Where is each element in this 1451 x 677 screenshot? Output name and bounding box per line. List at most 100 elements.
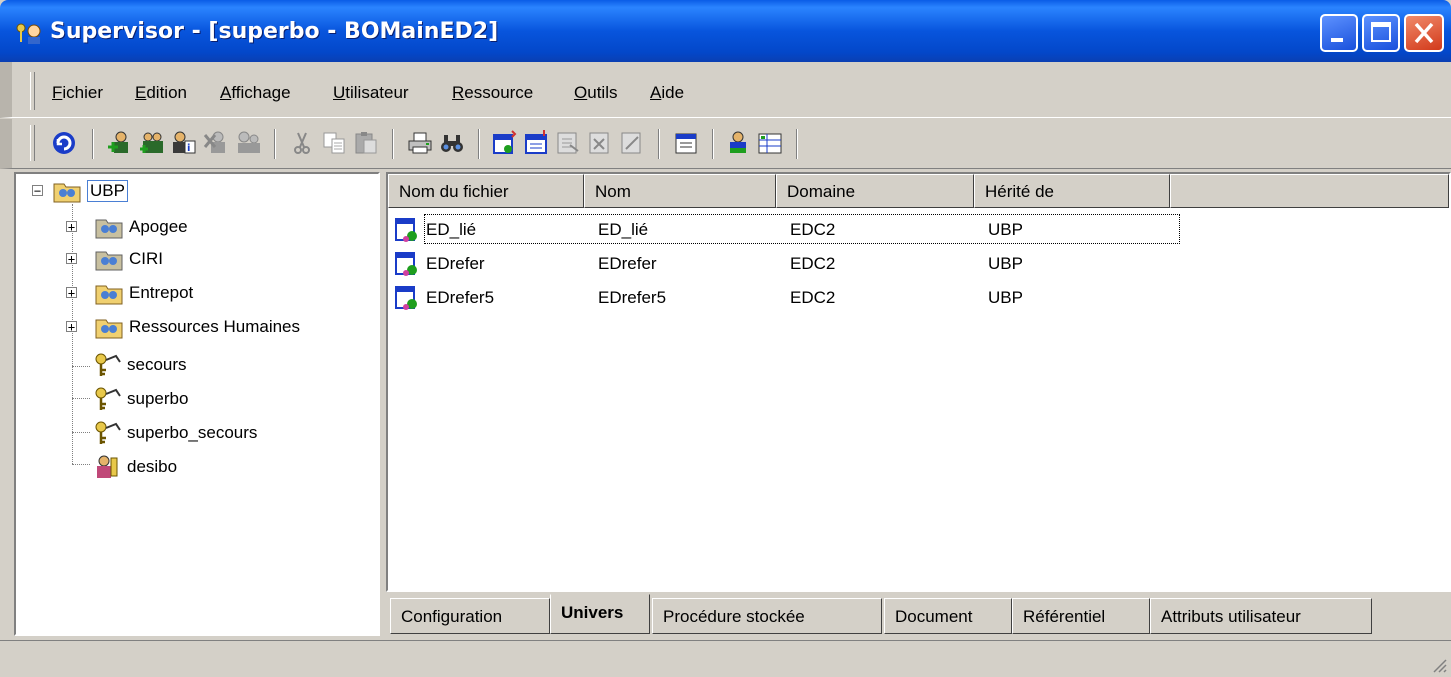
maximize-icon — [1371, 22, 1391, 42]
menu-utilisateur[interactable]: Utilisateur — [333, 83, 409, 103]
cell-name: ED_lié — [598, 220, 649, 239]
tab-configuration[interactable]: Configuration — [390, 598, 550, 634]
refresh-icon[interactable] — [50, 129, 78, 157]
supervisor-key-icon — [95, 421, 121, 444]
user-tree[interactable]: − UBP + Apogee + CIRI + Entrepot + Resso… — [14, 172, 380, 636]
tree-item-label: desibo — [127, 457, 178, 476]
supervisor-keys-icon — [16, 23, 41, 44]
universe-file-icon — [395, 218, 417, 242]
menu-affichage[interactable]: Affichage — [220, 83, 291, 103]
tree-item-ressources-humaines[interactable]: + Ressources Humaines — [66, 312, 300, 342]
tree-item-label: superbo — [127, 389, 189, 408]
tree-item-label: Apogee — [129, 217, 188, 236]
user-properties-icon[interactable]: i — [170, 129, 198, 157]
resize-grip-icon[interactable] — [1431, 657, 1447, 673]
folder-group-open-icon — [95, 319, 123, 339]
close-icon — [1414, 22, 1434, 44]
close-button[interactable] — [1404, 14, 1444, 52]
menu-fichier[interactable]: Fichier — [52, 83, 103, 103]
cut-icon[interactable] — [288, 129, 316, 157]
user-info-icon[interactable] — [724, 129, 752, 157]
cell-inherited: UBP — [988, 288, 1023, 307]
copy-icon[interactable] — [320, 129, 348, 157]
column-header-name[interactable]: Nom — [584, 174, 776, 208]
tree-item-secours[interactable]: secours — [92, 350, 187, 380]
menu-outils[interactable]: Outils — [574, 83, 617, 103]
folder-group-icon — [95, 219, 123, 239]
tree-item-entrepot[interactable]: + Entrepot — [66, 278, 193, 308]
paste-icon[interactable] — [352, 129, 380, 157]
universe-list[interactable]: Nom du fichier Nom Domaine Hérité de ED_… — [386, 172, 1451, 592]
collapse-icon[interactable]: − — [32, 185, 43, 197]
expand-icon[interactable]: + — [66, 321, 77, 333]
tree-item-ciri[interactable]: + CIRI — [66, 244, 163, 274]
status-bar — [0, 640, 1451, 677]
tree-item-label: Ressources Humaines — [129, 317, 301, 336]
svg-text:i: i — [187, 143, 190, 154]
tree-root-label: UBP — [87, 180, 128, 202]
tab-attributs-utilisateur[interactable]: Attributs utilisateur — [1150, 598, 1372, 634]
add-group-icon[interactable] — [138, 129, 166, 157]
tree-item-label: superbo_secours — [127, 423, 258, 442]
tree-root-ubp[interactable]: − UBP — [32, 176, 128, 206]
delete-user-icon[interactable] — [202, 129, 230, 157]
tab-procedure-stockee[interactable]: Procédure stockée — [652, 598, 882, 634]
title-bar[interactable]: Supervisor - [superbo - BOMainED2] — [0, 0, 1451, 62]
toolbar-separator — [712, 129, 714, 159]
expand-icon[interactable]: + — [66, 221, 77, 233]
menu-grip[interactable] — [30, 72, 35, 110]
table-row[interactable]: EDrefer EDrefer EDC2 UBP — [388, 248, 1448, 280]
column-header-filename[interactable]: Nom du fichier — [388, 174, 584, 208]
attributes-icon[interactable] — [756, 129, 784, 157]
universe-new-icon[interactable] — [490, 129, 518, 157]
user-rights-icon[interactable] — [234, 129, 262, 157]
cell-filename: EDrefer — [426, 254, 485, 273]
column-header-filler — [1170, 174, 1449, 208]
supervisor-key-icon — [95, 353, 121, 376]
menu-ressource[interactable]: Ressource — [452, 83, 533, 103]
tab-univers[interactable]: Univers — [550, 594, 650, 634]
cell-name: EDrefer — [598, 254, 657, 273]
tree-item-label: secours — [127, 355, 187, 374]
tab-document[interactable]: Document — [884, 598, 1012, 634]
print-icon[interactable] — [406, 129, 434, 157]
universe-edit-icon[interactable] — [618, 129, 646, 157]
tree-item-superbo-secours[interactable]: superbo_secours — [92, 418, 257, 448]
minimize-button[interactable] — [1320, 14, 1358, 52]
expand-icon[interactable]: + — [66, 287, 77, 299]
cell-filename: ED_lié — [426, 220, 477, 239]
universe-delete-icon[interactable] — [586, 129, 614, 157]
toolbar-grip[interactable] — [30, 125, 35, 161]
toolbar-separator — [392, 129, 394, 159]
tree-connector — [72, 398, 90, 399]
folder-group-open-icon — [95, 285, 123, 305]
tab-strip: Configuration Univers Procédure stockée … — [386, 594, 1451, 638]
universe-import-icon[interactable] — [522, 129, 550, 157]
tree-item-superbo[interactable]: superbo — [92, 384, 188, 414]
folder-group-open-icon — [53, 183, 81, 203]
tree-connector — [72, 432, 90, 433]
cell-filename: EDrefer5 — [426, 288, 495, 307]
universe-file-icon — [395, 252, 417, 276]
menu-aide[interactable]: Aide — [650, 83, 684, 103]
toolbar: i — [0, 119, 1451, 169]
column-header-inherited[interactable]: Hérité de — [974, 174, 1170, 208]
table-row[interactable]: EDrefer5 EDrefer5 EDC2 UBP — [388, 282, 1448, 314]
tree-connector — [72, 366, 90, 367]
window-title: Supervisor - [superbo - BOMainED2] — [50, 19, 499, 44]
properties-icon[interactable] — [672, 129, 700, 157]
cell-name: EDrefer5 — [598, 288, 667, 307]
toolbar-separator — [478, 129, 480, 159]
find-icon[interactable] — [438, 129, 466, 157]
tab-referentiel[interactable]: Référentiel — [1012, 598, 1150, 634]
column-header-domain[interactable]: Domaine — [776, 174, 974, 208]
universe-export-icon[interactable] — [554, 129, 582, 157]
tree-item-apogee[interactable]: + Apogee — [66, 212, 188, 242]
expand-icon[interactable]: + — [66, 253, 77, 265]
maximize-button[interactable] — [1362, 14, 1400, 52]
table-row[interactable]: ED_lié ED_lié EDC2 UBP — [388, 214, 1448, 246]
tree-item-desibo[interactable]: desibo — [92, 452, 177, 482]
cell-inherited: UBP — [988, 220, 1023, 239]
menu-edition[interactable]: Edition — [135, 83, 187, 103]
add-user-icon[interactable] — [106, 129, 134, 157]
